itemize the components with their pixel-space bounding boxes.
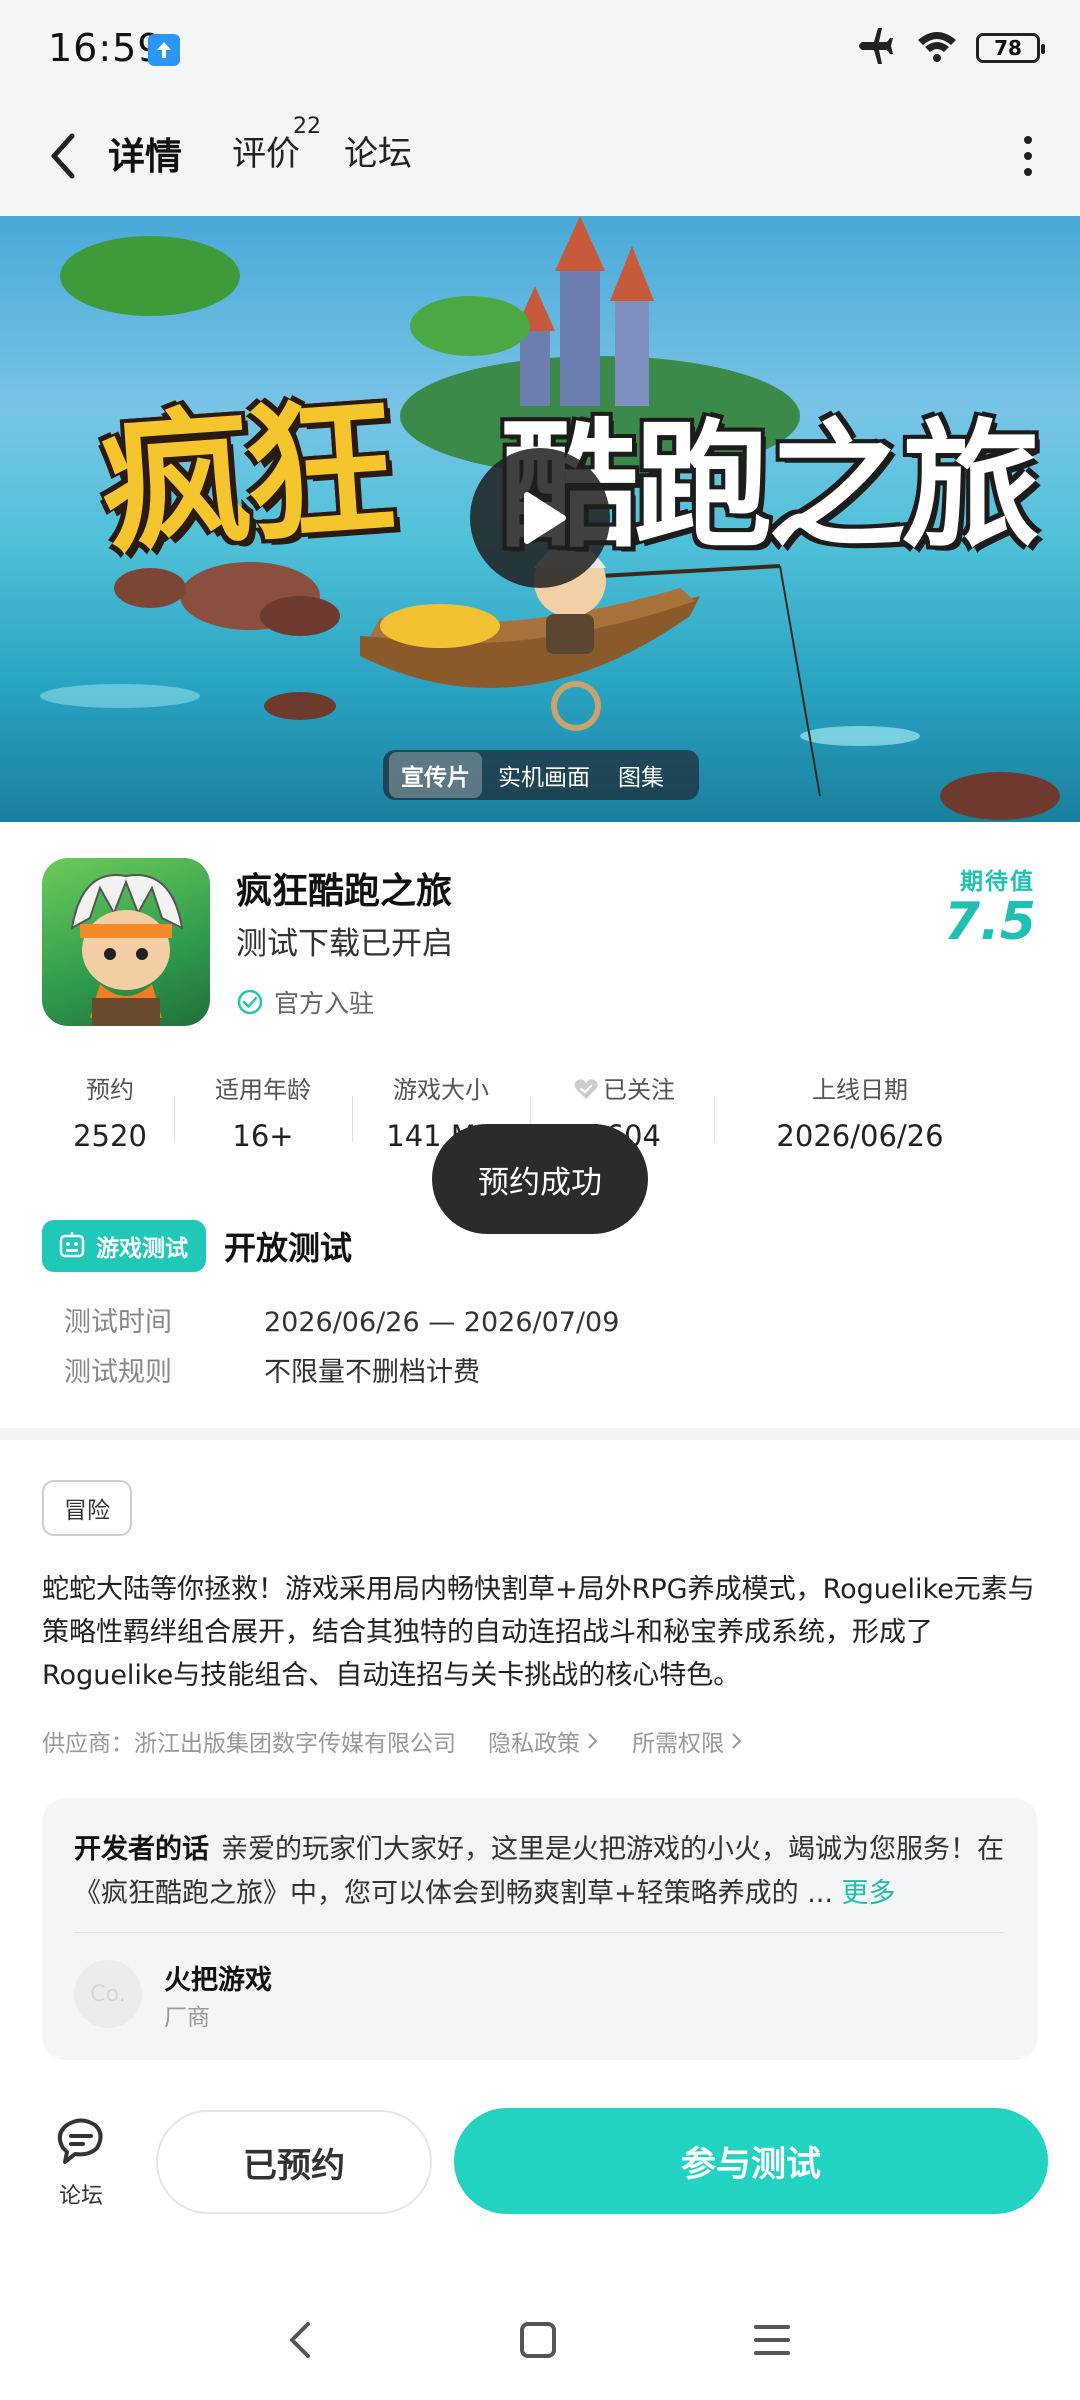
media-tab-promo[interactable]: 宣传片 xyxy=(389,752,482,798)
promo-banner[interactable]: 疯狂 酷跑之旅 宣传片 实机画面 图集 xyxy=(0,216,1080,822)
forum-chat-icon xyxy=(57,2118,103,2164)
divider xyxy=(74,1932,1004,1933)
media-tab-gallery[interactable]: 图集 xyxy=(606,752,676,798)
game-name: 疯狂酷跑之旅 xyxy=(236,871,453,912)
media-tab-gameplay[interactable]: 实机画面 xyxy=(486,752,602,798)
official-badge: 官方入驻 xyxy=(236,984,374,1020)
developer-words: 开发者的话 亲爱的玩家们大家好，这里是火把游戏的小火，竭诚为您服务！在《疯狂酷跑之… xyxy=(74,1828,1004,1916)
developer-words-title: 开发者的话 xyxy=(74,1834,209,1865)
stat-value: 2026/06/26 xyxy=(776,1119,944,1153)
reservation-success-toast: 预约成功 xyxy=(432,1124,648,1234)
test-time-label: 测试时间 xyxy=(64,1307,172,1338)
game-test-label: 游戏测试 xyxy=(96,1236,188,1262)
review-count-badge: 22 xyxy=(293,114,321,139)
developer-role: 厂商 xyxy=(164,2005,210,2031)
play-icon xyxy=(524,492,566,544)
expectation-value: 7.5 xyxy=(943,892,1036,952)
system-back-icon[interactable] xyxy=(272,2310,332,2370)
system-navigation-bar xyxy=(0,2270,1080,2400)
game-description: 蛇蛇大陆等你拯救！游戏采用局内畅快割草+局外RPG养成模式，Roguelike元… xyxy=(42,1574,1035,1691)
test-time-value: 2026/06/26 — 2026/07/09 xyxy=(264,1307,620,1338)
reserved-button[interactable]: 已预约 xyxy=(156,2110,432,2214)
game-test-badge: 游戏测试 xyxy=(42,1220,206,1272)
stat-label: 预约 xyxy=(86,1076,134,1104)
privacy-label: 隐私政策 xyxy=(488,1731,580,1757)
stat-label: 游戏大小 xyxy=(393,1076,489,1104)
divider xyxy=(174,1096,175,1142)
expectation-label: 期待值 xyxy=(960,869,1035,895)
permissions-link[interactable]: 所需权限 xyxy=(632,1724,744,1758)
status-bar: 16:59 78 xyxy=(0,0,1080,96)
test-icon xyxy=(59,1232,85,1258)
chevron-right-icon xyxy=(588,1733,598,1749)
system-home-icon[interactable] xyxy=(508,2310,568,2370)
stat-label: 已关注 xyxy=(554,1070,694,1105)
wifi-icon xyxy=(916,28,958,68)
divider xyxy=(714,1096,715,1142)
test-rule-label: 测试规则 xyxy=(64,1357,172,1388)
stat-release-date: 上线日期 2026/06/26 xyxy=(740,1070,980,1153)
tab-forum[interactable]: 论坛 xyxy=(344,126,412,175)
test-rule-row: 测试规则 不限量不删档计费 xyxy=(64,1350,480,1389)
stat-label: 适用年龄 xyxy=(215,1076,311,1104)
forum-entry-button[interactable]: 论坛 xyxy=(48,2118,114,2210)
supplier-text: 供应商：浙江出版集团数字传媒有限公司 xyxy=(42,1731,456,1757)
tab-review[interactable]: 评价 xyxy=(232,126,300,175)
status-time: 16:59 xyxy=(48,26,163,70)
meta-row: 供应商：浙江出版集团数字传媒有限公司 隐私政策 所需权限 xyxy=(42,1724,744,1758)
stat-value: 16+ xyxy=(232,1119,294,1153)
stat-age-rating: 适用年龄 16+ xyxy=(198,1070,328,1153)
test-time-row: 测试时间 2026/06/26 — 2026/07/09 xyxy=(64,1300,619,1339)
chevron-right-icon xyxy=(732,1733,742,1749)
developer-avatar[interactable]: Co. xyxy=(74,1960,142,2028)
test-info-header: 游戏测试 开放测试 xyxy=(42,1220,352,1272)
verified-check-icon xyxy=(237,989,263,1015)
test-rule-value: 不限量不删档计费 xyxy=(264,1357,480,1388)
battery-icon: 78 xyxy=(976,33,1045,63)
test-title: 开放测试 xyxy=(224,1229,353,1267)
back-arrow-icon[interactable] xyxy=(40,126,88,186)
divider xyxy=(352,1096,353,1142)
tab-detail[interactable]: 详情 xyxy=(108,126,182,180)
top-nav: 详情 评价 22 论坛 xyxy=(0,96,1080,216)
game-status: 测试下载已开启 xyxy=(236,926,453,962)
join-test-button[interactable]: 参与测试 xyxy=(454,2108,1048,2214)
more-link[interactable]: 更多 xyxy=(842,1878,896,1909)
more-vertical-icon[interactable] xyxy=(1022,136,1034,176)
media-tabs: 宣传片 实机画面 图集 xyxy=(383,750,699,800)
forum-entry-label: 论坛 xyxy=(58,2184,103,2209)
airplane-icon xyxy=(854,26,898,70)
banner-title-left: 疯狂 xyxy=(95,381,395,575)
game-icon xyxy=(42,858,210,1026)
genre-tag[interactable]: 冒险 xyxy=(42,1480,132,1536)
heart-check-icon xyxy=(574,1079,598,1099)
developer-card[interactable]: 开发者的话 亲爱的玩家们大家好，这里是火把游戏的小火，竭诚为您服务！在《疯狂酷跑之… xyxy=(42,1798,1038,2060)
stat-label: 上线日期 xyxy=(812,1076,908,1104)
play-video-button[interactable] xyxy=(470,448,610,588)
system-menu-icon[interactable] xyxy=(742,2310,802,2370)
official-label: 官方入驻 xyxy=(274,989,375,1018)
developer-name[interactable]: 火把游戏 xyxy=(164,1958,272,1997)
section-divider xyxy=(0,1428,1080,1440)
stat-value: 2520 xyxy=(73,1119,147,1153)
permissions-label: 所需权限 xyxy=(632,1731,724,1757)
stat-reservations: 预约 2520 xyxy=(60,1070,160,1153)
privacy-policy-link[interactable]: 隐私政策 xyxy=(488,1724,600,1758)
followed-label: 已关注 xyxy=(603,1076,675,1104)
upload-badge-icon xyxy=(148,34,180,66)
